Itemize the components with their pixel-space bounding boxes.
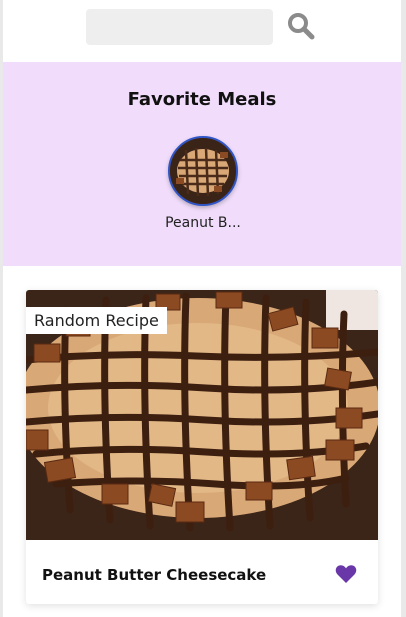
- heart-icon: [335, 565, 357, 583]
- random-recipe-tag: Random Recipe: [26, 307, 167, 334]
- search-button[interactable]: [285, 10, 317, 42]
- favorite-button[interactable]: [334, 564, 358, 586]
- favorite-meal-thumbnail[interactable]: [168, 136, 238, 206]
- favorite-meals-title: Favorite Meals: [127, 89, 277, 110]
- favorite-meal-name: Peanut B...: [165, 215, 241, 231]
- search-icon: [288, 13, 315, 40]
- random-meal-card[interactable]: Random Recipe Peanut Butter Cheesecake: [26, 290, 378, 604]
- meal-title[interactable]: Peanut Butter Cheesecake: [42, 566, 266, 584]
- header: [3, 0, 401, 56]
- search-input[interactable]: [86, 9, 273, 45]
- meal-card-body: Peanut Butter Cheesecake: [26, 540, 378, 604]
- cheesecake-thumbnail-image: [170, 138, 236, 204]
- app: Favorite Meals Peanut B... Random Recipe…: [3, 0, 401, 617]
- favorite-meal-item[interactable]: Peanut B...: [151, 136, 255, 231]
- favorite-meals-section: Favorite Meals Peanut B...: [3, 62, 401, 266]
